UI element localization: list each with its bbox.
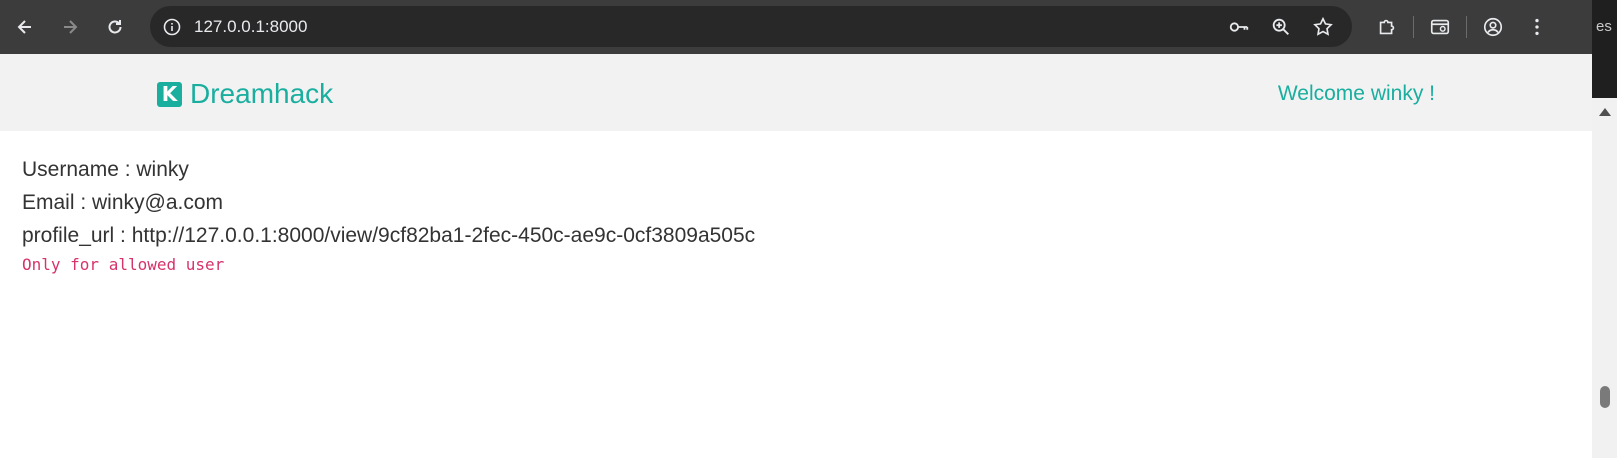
brand-name: Dreamhack	[190, 78, 334, 109]
url-text[interactable]: 127.0.0.1:8000	[194, 17, 307, 37]
more-vertical-icon	[1535, 18, 1539, 36]
menu-button[interactable]	[1515, 0, 1559, 54]
back-arrow-icon	[17, 20, 31, 34]
browser-toolbar: 127.0.0.1:8000	[0, 0, 1592, 54]
reload-icon	[108, 20, 122, 34]
toolbar-divider	[1466, 16, 1467, 38]
forward-arrow-icon	[64, 20, 78, 34]
scroll-thumb[interactable]	[1600, 386, 1610, 408]
back-button[interactable]	[5, 7, 45, 47]
web-page: K Dreamhack Welcome winky ! Username : w…	[0, 54, 1592, 458]
profile-url-line: profile_url : http://127.0.0.1:8000/view…	[22, 224, 756, 247]
brand-link[interactable]: K Dreamhack	[157, 78, 333, 110]
access-notice: Only for allowed user	[22, 255, 225, 274]
welcome-link[interactable]: Welcome winky !	[1278, 82, 1435, 106]
zoom-icon[interactable]	[1270, 16, 1292, 38]
extensions-button[interactable]	[1365, 0, 1409, 54]
address-bar[interactable]: 127.0.0.1:8000	[150, 6, 1352, 47]
password-key-icon[interactable]	[1228, 16, 1250, 38]
dreamhack-logo-icon: K	[157, 81, 182, 107]
profile-content: Username : winky Email : winky@a.com pro…	[0, 131, 1592, 274]
tab-search-button[interactable]	[1418, 0, 1462, 54]
site-info-icon[interactable]	[162, 17, 182, 37]
site-navbar: K Dreamhack Welcome winky !	[0, 54, 1592, 131]
toolbar-actions	[1365, 0, 1559, 54]
account-icon	[1483, 17, 1503, 37]
page-scrollbar[interactable]	[1592, 98, 1617, 458]
puzzle-icon	[1379, 19, 1395, 35]
tab-search-icon	[1430, 19, 1450, 35]
email-line: Email : winky@a.com	[22, 191, 224, 214]
forward-button[interactable]	[50, 7, 90, 47]
scroll-up-arrow-icon[interactable]	[1599, 108, 1611, 116]
username-line: Username : winky	[22, 158, 189, 181]
partial-tab-label: es	[1596, 18, 1612, 35]
toolbar-divider	[1413, 16, 1414, 38]
logo-letter: K	[161, 82, 178, 106]
profile-button[interactable]	[1471, 0, 1515, 54]
bookmark-star-icon[interactable]	[1312, 16, 1334, 38]
reload-button[interactable]	[95, 7, 135, 47]
